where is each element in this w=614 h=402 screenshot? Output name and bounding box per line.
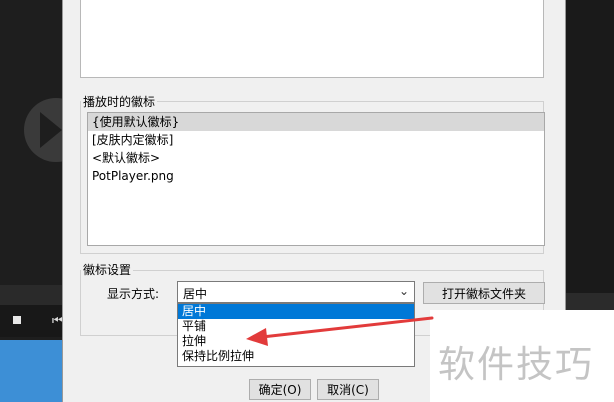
group-logo-label: 播放时的徽标 (81, 93, 158, 110)
list-item[interactable]: PotPlayer.png (88, 167, 544, 185)
top-panel (80, 0, 544, 78)
desktop-background (0, 340, 62, 402)
group-settings-label: 徽标设置 (81, 261, 134, 278)
stop-icon[interactable] (13, 316, 21, 324)
ok-button[interactable]: 确定(O) (249, 379, 311, 400)
play-triangle (40, 112, 62, 148)
list-item[interactable]: [皮肤内定徽标] (88, 131, 544, 149)
dropdown-option-keep-ratio[interactable]: 保持比例拉伸 (178, 349, 414, 364)
background-player-window: ⏮ (0, 0, 88, 402)
display-mode-label: 显示方式: (107, 287, 160, 301)
cancel-button[interactable]: 取消(C) (317, 379, 379, 400)
display-mode-value: 居中 (183, 287, 208, 301)
player-strip (0, 285, 62, 305)
display-mode-dropdown[interactable]: 居中 平铺 拉伸 保持比例拉伸 (177, 303, 415, 367)
list-item[interactable]: <默认徽标> (88, 149, 544, 167)
dropdown-option-center[interactable]: 居中 (178, 304, 414, 319)
display-mode-select[interactable]: 居中 ⌄ (177, 281, 415, 303)
watermark-text: 软件技巧 (438, 343, 594, 386)
logo-list[interactable]: {使用默认徽标} [皮肤内定徽标] <默认徽标> PotPlayer.png (87, 112, 545, 246)
open-logo-folder-button[interactable]: 打开徽标文件夹 (423, 282, 545, 304)
dropdown-option-stretch[interactable]: 拉伸 (178, 334, 414, 349)
chevron-down-icon[interactable]: ⌄ (399, 284, 409, 298)
list-item[interactable]: {使用默认徽标} (88, 113, 544, 131)
dropdown-option-tile[interactable]: 平铺 (178, 319, 414, 334)
